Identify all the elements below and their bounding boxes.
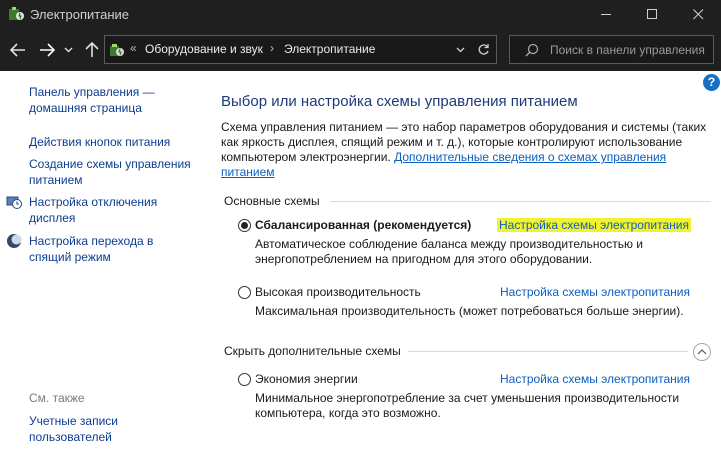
up-button[interactable] (81, 39, 103, 61)
high-performance-plan-settings-link[interactable]: Настройка схемы электропитания (500, 285, 690, 299)
search-box[interactable]: Поиск в панели управления (509, 35, 714, 64)
minimize-icon (600, 14, 611, 15)
title-bar: Электропитание (0, 0, 721, 29)
close-icon (692, 9, 703, 20)
sleep-moon-icon (7, 234, 22, 248)
sidebar-display-off-link[interactable]: Настройка отключения дисплея (29, 194, 179, 226)
power-options-icon (9, 7, 24, 20)
back-button[interactable] (7, 39, 29, 61)
balanced-plan-settings-link[interactable]: Настройка схемы электропитания (497, 218, 691, 232)
refresh-button[interactable] (470, 35, 497, 64)
maximize-button[interactable] (629, 0, 675, 29)
breadcrumb-power-options[interactable]: Электропитание (284, 42, 375, 56)
page-description: Схема управления питанием — это набор па… (221, 120, 711, 180)
balanced-plan-name[interactable]: Сбалансированная (рекомендуется) (255, 218, 471, 232)
help-button[interactable]: ? (703, 74, 720, 91)
search-icon (525, 43, 539, 57)
hide-additional-plans-label[interactable]: Скрыть дополнительные схемы (224, 344, 401, 358)
window-title: Электропитание (30, 7, 129, 22)
balanced-plan-radio[interactable] (238, 219, 251, 232)
search-placeholder: Поиск в панели управления (550, 43, 705, 57)
high-performance-plan-radio[interactable] (238, 286, 251, 299)
forward-arrow-icon (40, 43, 55, 57)
navigation-bar: « Оборудование и звук › Электропитание П… (0, 29, 721, 71)
address-dropdown-button[interactable] (450, 35, 470, 64)
divider (408, 351, 688, 352)
chevron-down-icon (64, 47, 72, 53)
high-performance-plan-name[interactable]: Высокая производительность (255, 285, 421, 299)
maximize-icon (646, 9, 657, 19)
power-saver-plan-radio[interactable] (238, 373, 251, 386)
close-button[interactable] (675, 0, 721, 29)
preferred-plans-label: Основные схемы (224, 194, 320, 208)
breadcrumb-separator[interactable]: › (270, 41, 274, 55)
sidebar-user-accounts-link[interactable]: Учетные записи пользователей (29, 413, 149, 445)
power-saver-plan-description: Минимальное энергопотребление за счет ум… (255, 391, 680, 420)
power-saver-plan-settings-link[interactable]: Настройка схемы электропитания (500, 372, 690, 386)
breadcrumb-hardware-sound[interactable]: Оборудование и звук (145, 42, 263, 56)
sidebar-power-buttons-link[interactable]: Действия кнопок питания (29, 134, 170, 150)
address-bar[interactable]: « Оборудование и звук › Электропитание (104, 35, 497, 64)
page-title: Выбор или настройка схемы управления пит… (221, 93, 578, 110)
control-panel-icon (110, 44, 124, 56)
high-performance-plan-description: Максимальная производительность (может п… (255, 304, 684, 318)
sidebar-sleep-link[interactable]: Настройка перехода в спящий режим (29, 233, 179, 265)
sidebar-home-link[interactable]: Панель управления — домашняя страница (29, 84, 179, 116)
back-arrow-icon (10, 43, 25, 57)
sidebar-create-plan-link[interactable]: Создание схемы управления питанием (29, 156, 204, 188)
power-saver-plan-name[interactable]: Экономия энергии (255, 372, 358, 386)
forward-button[interactable] (36, 39, 58, 61)
overflow-chevron[interactable]: « (130, 41, 137, 55)
chevron-up-icon (697, 349, 707, 355)
divider (330, 201, 711, 202)
see-also-label: См. также (29, 391, 85, 405)
minimize-button[interactable] (583, 0, 629, 29)
chevron-down-icon (456, 47, 464, 52)
up-arrow-icon (85, 42, 99, 57)
balanced-plan-description: Автоматическое соблюдение баланса между … (255, 237, 644, 266)
recent-locations-button[interactable] (61, 39, 75, 61)
collapse-button[interactable] (693, 343, 711, 361)
display-clock-icon (6, 196, 22, 209)
refresh-icon (478, 44, 489, 55)
